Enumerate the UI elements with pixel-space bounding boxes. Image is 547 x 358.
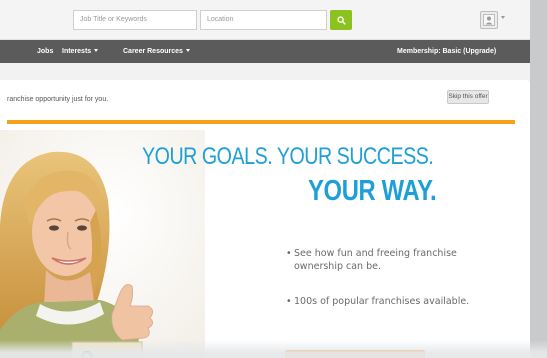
chevron-down-icon[interactable]: [501, 16, 505, 19]
user-avatar-icon: [483, 14, 495, 26]
nav-interests-label: Interests: [62, 48, 92, 55]
top-search-bar: Job Title or Keywords Location: [0, 0, 530, 40]
page: Job Title or Keywords Location Jobs Inte…: [0, 0, 547, 358]
skip-offer-button[interactable]: Skip this offer: [447, 90, 489, 104]
search-icon: [336, 15, 346, 25]
bullet-dot-icon: •: [286, 248, 292, 259]
keywords-input[interactable]: Job Title or Keywords: [73, 10, 197, 30]
benefit-text: See how fun and freeing franchise owners…: [294, 248, 457, 272]
torn-edge-fade: [0, 340, 547, 358]
nav-jobs[interactable]: Jobs: [37, 48, 53, 55]
nav-interests[interactable]: Interests: [62, 48, 99, 55]
chevron-down-icon: [94, 49, 99, 52]
main-nav: Jobs Interests Career Resources Membersh…: [0, 40, 530, 63]
bullet-dot-icon: •: [286, 296, 292, 307]
ad-header-text: ranchise opportunity just for you.: [7, 96, 109, 103]
headline-your-way: YOUR WAY.: [308, 175, 437, 207]
benefit-bullet: • 100s of popular franchises available.: [286, 295, 476, 308]
benefit-text: 100s of popular franchises available.: [294, 296, 470, 307]
chevron-down-icon: [185, 49, 190, 52]
user-menu-button[interactable]: [480, 11, 498, 29]
franchise-ad: ranchise opportunity just for you. Skip …: [0, 80, 530, 358]
headline-goals: YOUR GOALS. YOUR SUCCESS.: [142, 143, 434, 170]
nav-career-resources[interactable]: Career Resources: [123, 48, 190, 55]
nav-career-resources-label: Career Resources: [123, 48, 183, 55]
search-button[interactable]: [330, 10, 352, 30]
membership-link[interactable]: Membership: Basic (Upgrade): [397, 48, 496, 55]
benefit-bullet: • See how fun and freeing franchise owne…: [286, 247, 476, 273]
location-input[interactable]: Location: [200, 10, 327, 30]
ad-divider: [7, 120, 515, 124]
page-shadow-strip: [530, 0, 547, 358]
